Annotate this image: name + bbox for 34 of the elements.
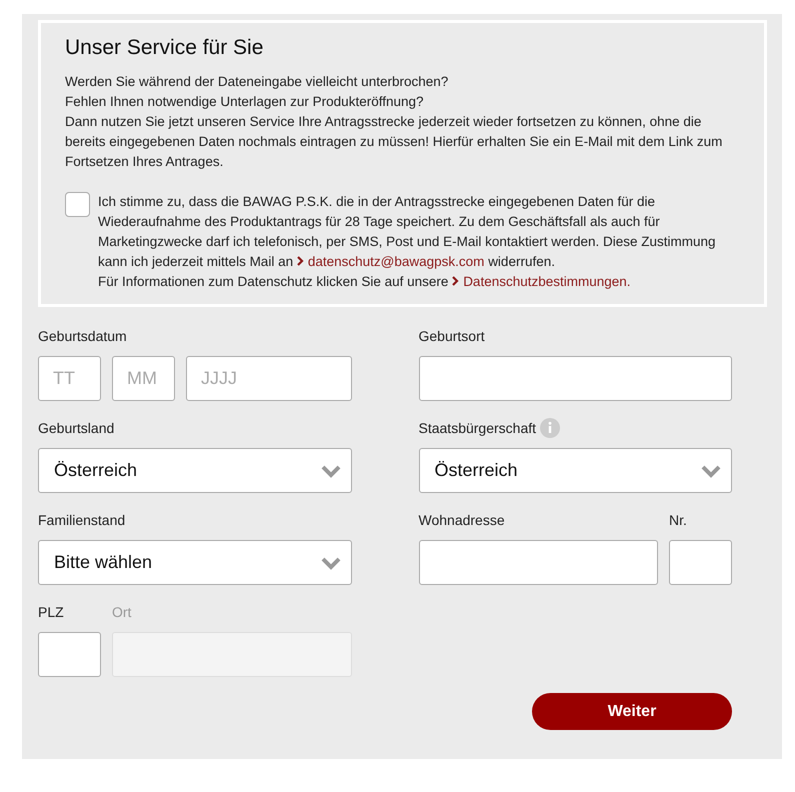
field-label: Ort [112, 603, 132, 621]
input-field[interactable] [418, 356, 732, 401]
field-label: Wohnadresse [418, 511, 505, 529]
chevron-down-icon [701, 464, 721, 478]
select-field[interactable]: Bitte wählen [38, 540, 352, 585]
input-field[interactable]: MM [112, 356, 175, 401]
chevron-down-icon [320, 464, 340, 478]
input-field[interactable] [418, 540, 658, 585]
consent-text: Ich stimme zu, dass die BAWAG P.S.K. die in der Antragsstrecke eingegebenen Daten für die Wiederaufnahme des Produktantrags für 28 Tage speichert. Zu dem Geschäftsfall als auch für Marketingzwecke darf ich telefonisch, per SMS, Post und E-Mail kontaktiert werden. Diese Zustimmung kann ich jederzeit mittels Mail an datenschutz@bawagpsk.com widerrufen. Für Informationen zum Datenschutz klicken Sie auf unsere Datenschutzbestimmungen. [98, 193, 717, 291]
field-label: Geburtsland [38, 419, 114, 437]
privacy-link[interactable]: Datenschutzbestimmungen. [452, 274, 631, 289]
service-text: Dann nutzen Sie jetzt unseren Service Ihre Antragsstrecke jederzeit wieder fortsetzen zu können, ohne die bereits eingegebenen Daten nochmals eintragen zu müssen! Hierfür erhalten Sie ein E-Mail mit dem Link zum Fortsetzen Ihres Antrages. [65, 113, 724, 171]
chevron-down-icon [320, 556, 340, 570]
select-field[interactable]: Österreich [418, 448, 732, 493]
service-title: Unser Service für Sie [65, 36, 264, 60]
field-label: PLZ [38, 603, 64, 621]
field-label: Familienstand [38, 511, 126, 529]
input-field[interactable] [669, 540, 732, 585]
field-label: Geburtsdatum [38, 327, 127, 345]
next-button[interactable]: Weiter [532, 693, 732, 730]
field-label: Staatsbürgerschaft [418, 419, 536, 437]
chevron-right-icon [296, 256, 304, 266]
chevron-right-icon [452, 276, 460, 286]
input-field[interactable]: JJJJ [186, 356, 352, 401]
email-link[interactable]: datenschutz@bawagpsk.com [296, 254, 484, 269]
info-icon[interactable] [540, 418, 560, 438]
input-field[interactable] [38, 632, 101, 677]
service-text: Fehlen Ihnen notwendige Unterlagen zur Produkteröffnung? [65, 93, 425, 111]
select-field[interactable]: Österreich [38, 448, 352, 493]
consent-checkbox[interactable] [65, 192, 90, 217]
field-label: Nr. [669, 511, 687, 529]
field-label: Geburtsort [418, 327, 485, 345]
input-field[interactable]: TT [38, 356, 101, 401]
service-text: Werden Sie während der Dateneingabe vielleicht unterbrochen? [65, 73, 450, 91]
